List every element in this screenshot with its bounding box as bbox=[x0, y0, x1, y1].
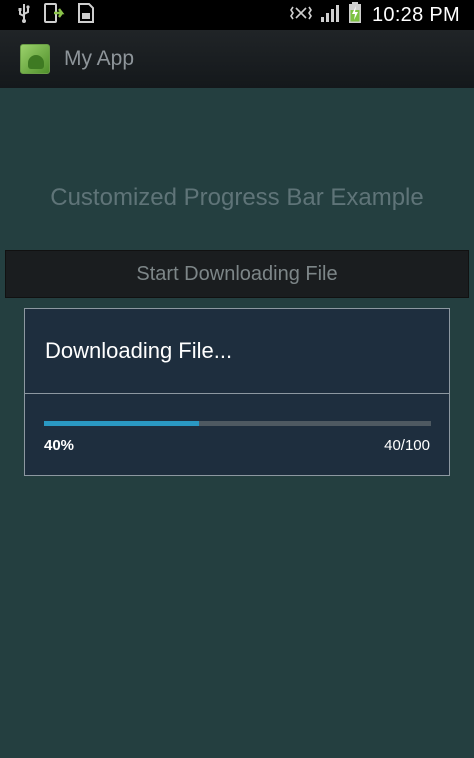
signal-icon bbox=[320, 3, 340, 28]
action-bar: My App bbox=[0, 30, 474, 88]
progress-percent: 40% bbox=[44, 437, 75, 454]
progress-bar bbox=[44, 421, 431, 426]
app-icon[interactable] bbox=[20, 44, 50, 74]
start-download-button[interactable]: Start Downloading File bbox=[5, 250, 469, 298]
vibrate-icon bbox=[290, 5, 312, 26]
sd-card-icon bbox=[78, 2, 94, 28]
phone-sync-icon bbox=[44, 2, 66, 28]
progress-fill bbox=[44, 421, 199, 426]
progress-count: 40/100 bbox=[384, 437, 430, 454]
clock: 10:28 PM bbox=[371, 3, 460, 26]
dialog-title: Downloading File... bbox=[25, 309, 449, 394]
usb-icon bbox=[16, 3, 32, 28]
status-bar: 10:28 PM bbox=[0, 0, 474, 30]
progress-dialog: Downloading File... 40% 40/100 bbox=[24, 308, 450, 476]
dialog-body: 40% 40/100 bbox=[25, 394, 449, 476]
app-title: My App bbox=[64, 47, 135, 70]
page-heading: Customized Progress Bar Example bbox=[50, 184, 424, 211]
battery-charging-icon bbox=[348, 1, 362, 29]
